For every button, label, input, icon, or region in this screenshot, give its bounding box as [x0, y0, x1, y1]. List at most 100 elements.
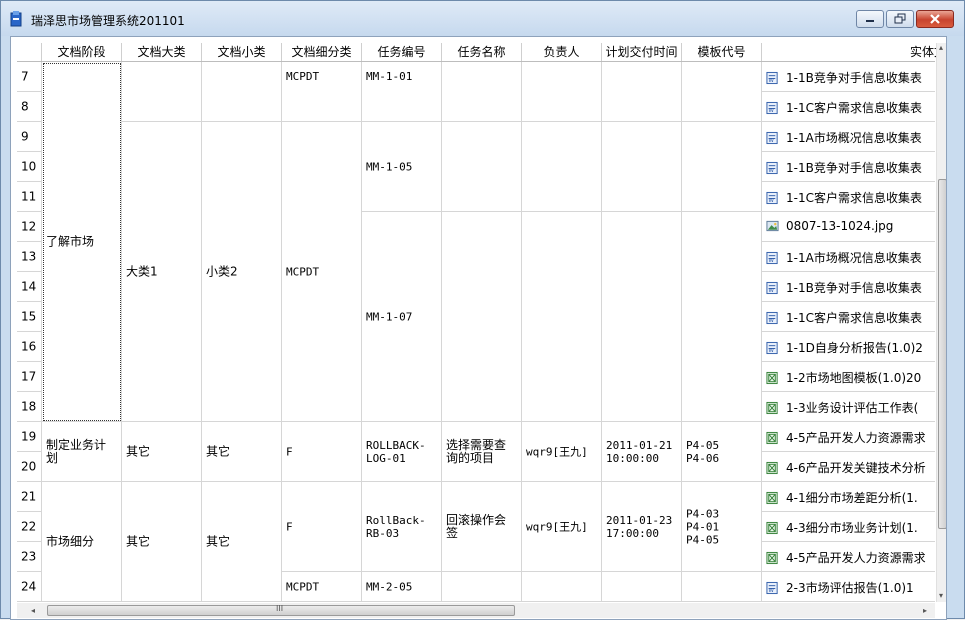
- table-cell-due[interactable]: [602, 572, 682, 602]
- table-cell-template[interactable]: [682, 62, 762, 122]
- table-cell-template[interactable]: [682, 122, 762, 212]
- row-number[interactable]: 17: [17, 362, 42, 392]
- table-cell-task_name[interactable]: 回滚操作会 签: [442, 482, 522, 572]
- table-cell-file[interactable]: W 1-1B竞争对手信息收集表: [762, 272, 935, 302]
- table-cell-file[interactable]: W 1-1A市场概况信息收集表: [762, 122, 935, 152]
- scroll-down-icon[interactable]: ▾: [939, 591, 943, 601]
- minimize-button[interactable]: [856, 10, 884, 28]
- table-cell-sub[interactable]: F: [282, 482, 362, 572]
- maximize-button[interactable]: [886, 10, 914, 28]
- table-cell-file[interactable]: W 1-1A市场概况信息收集表: [762, 242, 935, 272]
- table-cell-task_no[interactable]: MM-1-07: [362, 212, 442, 422]
- scroll-up-icon[interactable]: ▴: [939, 43, 943, 53]
- table-cell-file[interactable]: 1-3业务设计评估工作表(: [762, 392, 935, 422]
- file-link[interactable]: W 1-1B竞争对手信息收集表: [766, 279, 922, 296]
- table-cell-file[interactable]: 4-1细分市场差距分析(1.: [762, 482, 935, 512]
- table-cell-task_name[interactable]: [442, 62, 522, 122]
- file-link[interactable]: 4-5产品开发人力资源需求: [766, 549, 926, 566]
- vertical-scroll-thumb[interactable]: [938, 179, 946, 529]
- file-link[interactable]: W 1-1D自身分析报告(1.0)2: [766, 339, 923, 356]
- table-cell-owner[interactable]: [522, 62, 602, 122]
- table-cell-file[interactable]: 4-3细分市场业务计划(1.: [762, 512, 935, 542]
- table-cell-task_name[interactable]: 选择需要查 询的项目: [442, 422, 522, 482]
- table-cell-file[interactable]: 0807-13-1024.jpg: [762, 212, 935, 242]
- table-cell-file[interactable]: 4-5产品开发人力资源需求: [762, 542, 935, 572]
- table-cell-owner[interactable]: [522, 122, 602, 212]
- column-header-file[interactable]: 实体文件: [762, 43, 946, 61]
- table-cell-minor[interactable]: 其它: [202, 422, 282, 482]
- row-number[interactable]: 21: [17, 482, 42, 512]
- row-number[interactable]: 9: [17, 122, 42, 152]
- table-cell-file[interactable]: 4-6产品开发关键技术分析: [762, 452, 935, 482]
- table-cell-owner[interactable]: wqr9[王九]: [522, 482, 602, 572]
- row-number[interactable]: 24: [17, 572, 42, 602]
- table-cell-task_no[interactable]: MM-2-05: [362, 572, 442, 602]
- table-cell-task_no[interactable]: RollBack- RB-03: [362, 482, 442, 572]
- table-cell-task_name[interactable]: [442, 122, 522, 212]
- table-cell-task_no[interactable]: MM-1-01: [362, 62, 442, 122]
- row-number[interactable]: 12: [17, 212, 42, 242]
- column-header-due[interactable]: 计划交付时间: [602, 43, 682, 61]
- row-number[interactable]: 10: [17, 152, 42, 182]
- table-cell-task_name[interactable]: [442, 212, 522, 422]
- row-number[interactable]: 8: [17, 92, 42, 122]
- table-cell-file[interactable]: W 1-1B竞争对手信息收集表: [762, 62, 935, 92]
- file-link[interactable]: W 1-1C客户需求信息收集表: [766, 189, 922, 206]
- table-cell-file[interactable]: W 1-1C客户需求信息收集表: [762, 92, 935, 122]
- file-link[interactable]: W 1-1B竞争对手信息收集表: [766, 69, 922, 86]
- table-cell-template[interactable]: P4-03 P4-01 P4-05: [682, 482, 762, 572]
- table-cell-due[interactable]: 2011-01-21 10:00:00: [602, 422, 682, 482]
- table-cell-due[interactable]: [602, 122, 682, 212]
- file-link[interactable]: 1-2市场地图模板(1.0)20: [766, 369, 921, 386]
- close-button[interactable]: [916, 10, 954, 28]
- table-cell-file[interactable]: W 1-1B竞争对手信息收集表: [762, 152, 935, 182]
- table-cell-file[interactable]: W 1-1C客户需求信息收集表: [762, 302, 935, 332]
- row-number[interactable]: 14: [17, 272, 42, 302]
- table-cell-owner[interactable]: [522, 212, 602, 422]
- row-number[interactable]: 22: [17, 512, 42, 542]
- table-cell-due[interactable]: 2011-01-23 17:00:00: [602, 482, 682, 572]
- file-link[interactable]: W 1-1C客户需求信息收集表: [766, 99, 922, 116]
- file-link[interactable]: W 1-1A市场概况信息收集表: [766, 249, 922, 266]
- table-cell-template[interactable]: [682, 212, 762, 422]
- table-cell-minor[interactable]: 其它: [202, 482, 282, 602]
- table-cell-file[interactable]: 1-2市场地图模板(1.0)20: [762, 362, 935, 392]
- column-header-task_no[interactable]: 任务编号: [362, 43, 442, 61]
- table-cell-major[interactable]: 大类1: [122, 122, 202, 422]
- table-cell-minor[interactable]: [202, 62, 282, 122]
- column-header-task_name[interactable]: 任务名称: [442, 43, 522, 61]
- row-number[interactable]: 11: [17, 182, 42, 212]
- row-number[interactable]: 13: [17, 242, 42, 272]
- file-link[interactable]: 0807-13-1024.jpg: [766, 219, 893, 233]
- table-cell-file[interactable]: W 1-1D自身分析报告(1.0)2: [762, 332, 935, 362]
- table-cell-major[interactable]: [122, 62, 202, 122]
- file-link[interactable]: 4-1细分市场差距分析(1.: [766, 489, 918, 506]
- row-number[interactable]: 16: [17, 332, 42, 362]
- table-cell-stage[interactable]: 制定业务计 划: [42, 422, 122, 482]
- vertical-scrollbar[interactable]: ▴ ▾: [936, 43, 946, 602]
- table-cell-sub[interactable]: MCPDT: [282, 572, 362, 602]
- row-number[interactable]: 7: [17, 62, 42, 92]
- horizontal-scrollbar[interactable]: ◂ III ▸: [17, 603, 935, 618]
- file-link[interactable]: W 2-3市场评估报告(1.0)1: [766, 579, 914, 596]
- table-cell-major[interactable]: 其它: [122, 422, 202, 482]
- table-cell-stage[interactable]: 市场细分: [42, 482, 122, 602]
- table-cell-minor[interactable]: 小类2: [202, 122, 282, 422]
- column-header-template[interactable]: 模板代号: [682, 43, 762, 61]
- table-cell-stage[interactable]: 了解市场: [42, 62, 122, 422]
- table-cell-sub[interactable]: MCPDT: [282, 122, 362, 422]
- column-header-owner[interactable]: 负责人: [522, 43, 602, 61]
- table-cell-task_no[interactable]: MM-1-05: [362, 122, 442, 212]
- column-header-minor[interactable]: 文档小类: [202, 43, 282, 61]
- file-link[interactable]: 4-5产品开发人力资源需求: [766, 429, 926, 446]
- horizontal-scroll-thumb[interactable]: III: [47, 604, 515, 616]
- table-cell-file[interactable]: 4-5产品开发人力资源需求: [762, 422, 935, 452]
- table-cell-task_name[interactable]: [442, 572, 522, 602]
- file-link[interactable]: 1-3业务设计评估工作表(: [766, 399, 918, 416]
- table-cell-file[interactable]: W 2-3市场评估报告(1.0)1: [762, 572, 935, 602]
- table-cell-owner[interactable]: wqr9[王九]: [522, 422, 602, 482]
- title-bar[interactable]: 瑞泽思市场管理系统201101: [1, 1, 964, 36]
- column-header-rn[interactable]: [17, 43, 42, 61]
- table-cell-due[interactable]: [602, 62, 682, 122]
- scroll-right-icon[interactable]: ▸: [923, 606, 927, 616]
